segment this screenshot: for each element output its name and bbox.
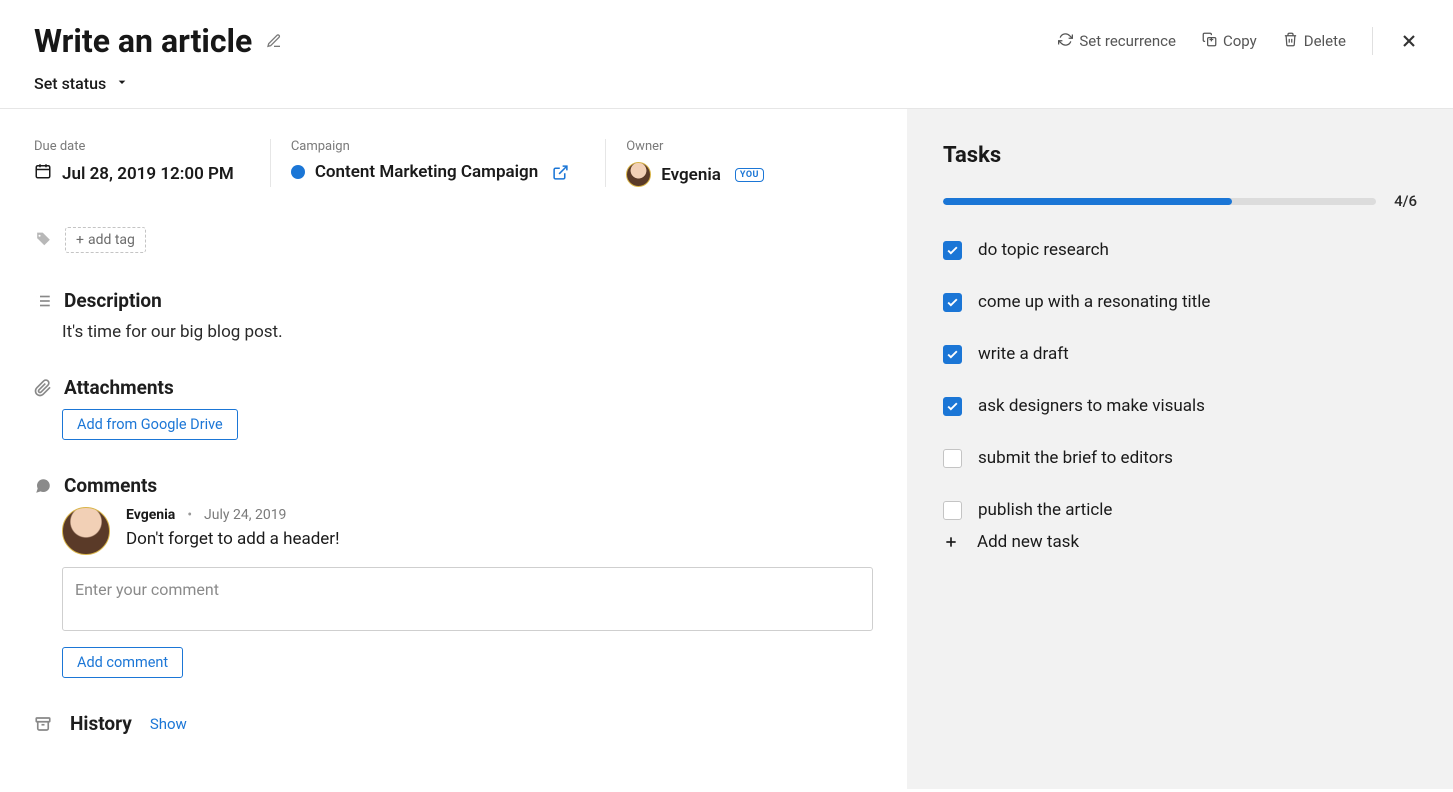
trash-icon <box>1283 32 1298 51</box>
avatar <box>626 162 651 187</box>
status-dropdown[interactable]: Set status <box>34 72 1419 94</box>
task-label: come up with a resonating title <box>978 292 1210 312</box>
task-label: submit the brief to editors <box>978 448 1173 468</box>
tasks-heading: Tasks <box>943 143 1417 168</box>
add-tag-button[interactable]: + add tag <box>65 227 146 253</box>
page-title: Write an article <box>34 22 252 60</box>
add-comment-button[interactable]: Add comment <box>62 647 183 678</box>
plus-icon <box>943 534 959 550</box>
task-item[interactable]: ask designers to make visuals <box>943 396 1417 416</box>
set-recurrence-button[interactable]: Set recurrence <box>1058 32 1176 51</box>
header-divider <box>1372 27 1373 55</box>
task-label: write a draft <box>978 344 1069 364</box>
chevron-down-icon <box>114 72 130 94</box>
checkbox-unchecked-icon[interactable] <box>943 501 962 520</box>
checkbox-checked-icon[interactable] <box>943 345 962 364</box>
status-label: Set status <box>34 74 106 93</box>
archive-icon <box>34 715 52 733</box>
owner-label: Owner <box>626 139 764 154</box>
comment-text: Don't forget to add a header! <box>126 529 873 549</box>
delete-button[interactable]: Delete <box>1283 32 1346 51</box>
paperclip-icon <box>34 379 52 397</box>
comment-input[interactable] <box>62 567 873 631</box>
checkbox-unchecked-icon[interactable] <box>943 449 962 468</box>
description-text[interactable]: It's time for our big blog post. <box>34 322 873 342</box>
comments-heading: Comments <box>64 474 157 497</box>
add-task-button[interactable]: Add new task <box>943 532 1417 552</box>
tag-icon <box>34 231 53 250</box>
due-date-value[interactable]: Jul 28, 2019 12:00 PM <box>34 162 234 185</box>
tasks-progress-text: 4/6 <box>1394 192 1417 210</box>
checkbox-checked-icon[interactable] <box>943 397 962 416</box>
list-icon <box>34 292 52 310</box>
add-from-drive-button[interactable]: Add from Google Drive <box>62 409 238 440</box>
dot-separator: • <box>187 507 192 523</box>
description-heading: Description <box>64 289 162 312</box>
comment-item: Evgenia • July 24, 2019 Don't forget to … <box>34 507 873 555</box>
copy-icon <box>1202 32 1217 51</box>
task-item[interactable]: write a draft <box>943 344 1417 364</box>
copy-label: Copy <box>1223 32 1257 50</box>
comment-icon <box>34 477 52 495</box>
task-label: ask designers to make visuals <box>978 396 1205 416</box>
comment-date: July 24, 2019 <box>204 507 286 523</box>
you-badge: YOU <box>735 168 764 182</box>
task-item[interactable]: submit the brief to editors <box>943 448 1417 468</box>
checkbox-checked-icon[interactable] <box>943 293 962 312</box>
history-heading: History <box>70 712 132 735</box>
edit-icon[interactable] <box>266 33 282 49</box>
campaign-label: Campaign <box>291 139 569 154</box>
campaign-color-dot <box>291 165 305 179</box>
history-show-link[interactable]: Show <box>150 715 187 733</box>
owner-name: Evgenia <box>661 165 721 185</box>
task-label: publish the article <box>978 500 1112 520</box>
external-link-icon[interactable] <box>552 164 569 181</box>
attachments-heading: Attachments <box>64 376 174 399</box>
close-button[interactable] <box>1399 31 1419 51</box>
due-date-text: Jul 28, 2019 12:00 PM <box>62 164 234 184</box>
due-date-label: Due date <box>34 139 234 154</box>
campaign-name: Content Marketing Campaign <box>315 162 538 182</box>
delete-label: Delete <box>1304 32 1346 50</box>
task-item[interactable]: come up with a resonating title <box>943 292 1417 312</box>
copy-button[interactable]: Copy <box>1202 32 1257 51</box>
add-tag-label: add tag <box>88 232 135 248</box>
avatar <box>62 507 110 555</box>
task-label: do topic research <box>978 240 1109 260</box>
checkbox-checked-icon[interactable] <box>943 241 962 260</box>
task-item[interactable]: do topic research <box>943 240 1417 260</box>
tasks-progress-bar <box>943 198 1376 205</box>
calendar-icon <box>34 162 52 185</box>
plus-icon: + <box>76 232 84 248</box>
owner-value[interactable]: Evgenia YOU <box>626 162 764 187</box>
recurrence-icon <box>1058 32 1073 51</box>
task-item[interactable]: publish the article <box>943 500 1417 520</box>
set-recurrence-label: Set recurrence <box>1079 32 1176 50</box>
comment-author: Evgenia <box>126 507 175 523</box>
add-task-label: Add new task <box>977 532 1079 552</box>
